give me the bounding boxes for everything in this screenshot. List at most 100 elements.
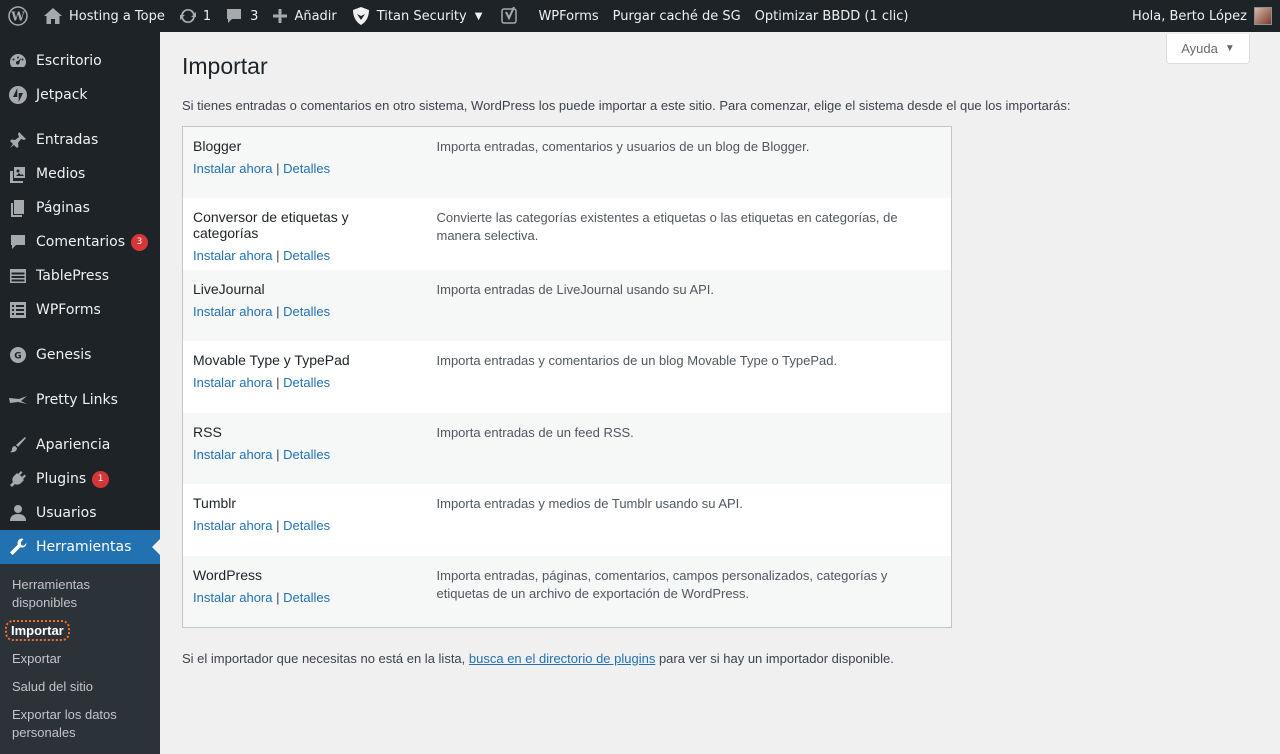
importer-name-cell: Conversor de etiquetas y categorías Insta… [183, 198, 427, 270]
plugin-directory-link[interactable]: busca en el directorio de plugins [469, 651, 655, 666]
my-account-menu[interactable]: Hola, Berto López [1125, 0, 1272, 32]
main-content: Ayuda ▼ Importar Si tienes entradas o co… [160, 32, 1280, 754]
user-greeting: Hola, Berto López [1131, 8, 1247, 24]
help-button[interactable]: Ayuda ▼ [1166, 34, 1250, 64]
help-label: Ayuda [1181, 41, 1218, 56]
separator: | [272, 589, 284, 605]
details-link[interactable]: Detalles [283, 304, 330, 319]
submenu-herramientas-disponibles[interactable]: Herramientas disponibles [0, 571, 160, 617]
importer-name: Movable Type y TypePad [193, 352, 350, 368]
details-link[interactable]: Detalles [283, 590, 330, 605]
menu-escritorio[interactable]: Escritorio [0, 44, 160, 78]
titan-security-menu[interactable]: Titan Security ▼ [344, 0, 490, 32]
pages-icon [8, 198, 28, 218]
importer-row: LiveJournal Instalar ahora | Detalles Impo… [182, 269, 952, 341]
caret-down-icon: ▼ [1224, 43, 1235, 54]
menu-label: Pretty Links [36, 392, 118, 408]
menu-wpforms[interactable]: WPForms [0, 293, 160, 327]
menu-entradas[interactable]: Entradas [0, 123, 160, 157]
optimize-db-label: Optimizar BBDD (1 clic) [754, 8, 909, 24]
menu-pretty-links[interactable]: Pretty Links [0, 383, 160, 417]
updates-count: 1 [202, 8, 212, 24]
importer-name-cell: RSS Instalar ahora | Detalles [183, 413, 427, 485]
importer-name: RSS [193, 423, 222, 440]
submenu-exportar[interactable]: Exportar [0, 645, 160, 673]
menu-label: Apariencia [36, 437, 111, 453]
optimize-db-link[interactable]: Optimizar BBDD (1 clic) [748, 0, 916, 32]
intro-text: Si tienes entradas o comentarios en otro… [182, 98, 1071, 113]
add-new-menu[interactable]: Añadir [265, 0, 343, 32]
menu-genesis[interactable]: G Genesis [0, 338, 160, 372]
svg-text:W: W [10, 10, 25, 24]
menu-label: Plugins [36, 471, 87, 487]
install-now-link[interactable]: Instalar ahora [193, 590, 273, 605]
importer-actions: Instalar ahora | Detalles [193, 161, 417, 176]
importer-actions: Instalar ahora | Detalles [193, 590, 417, 605]
tools-submenu: Herramientas disponibles Importar Export… [0, 564, 160, 754]
install-now-link[interactable]: Instalar ahora [193, 518, 273, 533]
submenu-exportar-datos-personales[interactable]: Exportar los datos personales [0, 701, 160, 747]
importer-name: Tumblr [193, 495, 237, 511]
svg-text:G: G [14, 352, 21, 362]
details-link[interactable]: Detalles [283, 248, 330, 263]
dashboard-icon [8, 51, 28, 71]
install-now-link[interactable]: Instalar ahora [193, 161, 273, 176]
menu-medios[interactable]: Medios [0, 157, 160, 191]
importer-row: WordPress Instalar ahora | Detalles Import… [182, 555, 952, 627]
details-link[interactable]: Detalles [283, 518, 330, 533]
brush-icon [8, 435, 28, 455]
install-now-link[interactable]: Instalar ahora [193, 375, 273, 390]
install-now-link[interactable]: Instalar ahora [193, 304, 273, 319]
plugin-icon [8, 469, 28, 489]
menu-tablepress[interactable]: TablePress [0, 259, 160, 293]
details-link[interactable]: Detalles [283, 375, 330, 390]
genesis-icon: G [8, 345, 28, 365]
caret-down-icon: ▼ [474, 10, 483, 22]
submenu-salud-del-sitio[interactable]: Salud del sitio [0, 673, 160, 701]
importer-row: Tumblr Instalar ahora | Detalles Importa e… [183, 484, 952, 556]
menu-label: TablePress [36, 268, 110, 284]
page-title: Importar [182, 53, 268, 79]
wrench-icon [8, 537, 28, 557]
importer-actions: Instalar ahora | Detalles [193, 447, 417, 462]
purge-cache-link[interactable]: Purgar caché de SG [606, 0, 748, 32]
importer-actions: Instalar ahora | Detalles [193, 375, 417, 390]
comment-bubble-icon [227, 9, 242, 23]
yoast-icon [501, 6, 518, 24]
menu-jetpack[interactable]: Jetpack [0, 78, 160, 112]
submenu-importar[interactable]: Importar [0, 617, 160, 645]
menu-comentarios[interactable]: Comentarios 3 [0, 225, 160, 259]
admin-bar: W Hosting a Tope 1 3 Añadir Titan Securi… [0, 0, 1280, 32]
install-now-link[interactable]: Instalar ahora [193, 447, 273, 462]
updates-icon [179, 9, 196, 23]
titan-security-label: Titan Security [376, 8, 467, 24]
menu-usuarios[interactable]: Usuarios [0, 496, 160, 530]
importer-description: Importa entradas de un feed RSS. [436, 424, 634, 440]
yoast-seo-menu[interactable] [489, 0, 531, 32]
wordpress-logo-icon[interactable]: W [0, 0, 36, 32]
menu-paginas[interactable]: Páginas [0, 191, 160, 225]
wpforms-link[interactable]: WPForms [531, 0, 605, 32]
details-link[interactable]: Detalles [283, 161, 330, 176]
updates-link[interactable]: 1 [172, 0, 218, 32]
importers-table: Blogger Instalar ahora | Detalles Importa … [182, 126, 952, 628]
separator: | [272, 161, 284, 176]
importer-name-cell: Tumblr Instalar ahora | Detalles [183, 484, 427, 556]
install-now-link[interactable]: Instalar ahora [193, 248, 273, 263]
importer-name-cell: Movable Type y TypePad Instalar ahora | D… [183, 341, 427, 413]
importer-actions: Instalar ahora | Detalles [193, 304, 417, 319]
media-icon [8, 164, 28, 184]
menu-herramientas[interactable]: Herramientas [0, 530, 160, 564]
menu-apariencia[interactable]: Apariencia [0, 428, 160, 462]
menu-plugins[interactable]: Plugins 1 [0, 462, 160, 496]
importer-name: Blogger [193, 138, 242, 154]
importer-name: Conversor de etiquetas y categorías [193, 209, 349, 241]
table-icon [8, 266, 28, 286]
comments-link[interactable]: 3 [218, 0, 265, 32]
menu-label: WPForms [36, 302, 101, 318]
prettylinks-icon [8, 390, 28, 410]
site-name-link[interactable]: Hosting a Tope [36, 0, 172, 32]
plus-icon [273, 9, 288, 23]
details-link[interactable]: Detalles [283, 447, 330, 462]
submenu-importar-label: Importar [5, 620, 70, 641]
